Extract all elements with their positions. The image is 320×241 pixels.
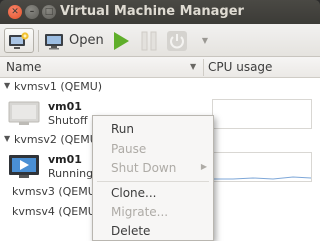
close-window-button[interactable]: ✕	[8, 5, 22, 19]
sort-chevron-icon: ▼	[190, 62, 197, 71]
column-header-cpu[interactable]: CPU usage	[208, 60, 272, 74]
shutdown-menu-button[interactable]: ▼	[199, 28, 211, 53]
column-header-name[interactable]: Name	[6, 60, 41, 74]
cpu-usage-graph	[212, 99, 312, 129]
cpu-usage-line	[213, 176, 312, 180]
menu-item-shut-down: Shut Down ▶	[93, 158, 213, 179]
menu-item-run[interactable]: Run	[93, 119, 213, 140]
maximize-window-button[interactable]: □	[42, 5, 56, 19]
vm-running-icon	[9, 155, 39, 178]
connection-label: kvmsv1 (QEMU)	[14, 80, 103, 93]
connection-row[interactable]: ▼ kvmsv1 (QEMU)	[0, 78, 320, 96]
window-title: Virtual Machine Manager	[60, 4, 244, 19]
monitor-icon	[45, 33, 63, 49]
vm-name: vm01	[48, 153, 82, 166]
menu-item-pause: Pause	[93, 139, 213, 160]
run-button[interactable]	[110, 28, 132, 53]
expander-down-icon[interactable]: ▼	[4, 134, 10, 143]
menu-item-label: Clone...	[111, 186, 157, 200]
vm-state: Shutoff	[48, 114, 88, 127]
cpu-usage-graph	[212, 152, 312, 182]
menu-item-label: Delete	[111, 224, 151, 238]
power-icon	[167, 30, 187, 51]
vm-context-menu: Run Pause Shut Down ▶ Clone... Migrate..…	[92, 115, 214, 241]
connection-label: kvmsv3 (QEMU)	[12, 185, 101, 198]
new-vm-icon	[9, 31, 29, 49]
menu-separator	[97, 181, 209, 182]
shutdown-button[interactable]	[166, 28, 188, 53]
menu-item-delete[interactable]: Delete	[93, 221, 213, 241]
vm-name: vm01	[48, 100, 82, 113]
pause-icon	[141, 31, 157, 50]
minimize-window-button[interactable]: –	[25, 5, 39, 19]
play-icon	[114, 31, 129, 50]
column-divider[interactable]	[203, 59, 204, 76]
chevron-down-icon: ▼	[201, 36, 209, 45]
menu-item-label: Run	[111, 122, 135, 136]
vm-state: Running	[48, 167, 94, 180]
expander-down-icon[interactable]: ▼	[4, 81, 10, 90]
title-bar: ✕ – □ Virtual Machine Manager	[0, 0, 320, 24]
new-vm-button[interactable]	[4, 28, 34, 53]
menu-item-migrate: Migrate...	[93, 202, 213, 223]
menu-item-label: Shut Down	[111, 161, 177, 175]
menu-item-label: Migrate...	[111, 205, 169, 219]
pause-button[interactable]	[139, 28, 159, 53]
vm-shutoff-icon	[8, 101, 40, 125]
toolbar: Open ▼	[0, 24, 320, 57]
submenu-arrow-icon: ▶	[200, 162, 207, 171]
toolbar-separator	[38, 30, 39, 52]
open-button-label: Open	[69, 33, 104, 48]
menu-item-clone[interactable]: Clone...	[93, 183, 213, 204]
connection-label: kvmsv2 (QEMU)	[14, 133, 103, 146]
connection-label: kvmsv4 (QEMU)	[12, 205, 101, 218]
open-button[interactable]: Open	[44, 28, 104, 53]
menu-item-label: Pause	[111, 142, 147, 156]
list-header: Name ▼ CPU usage	[0, 57, 320, 78]
